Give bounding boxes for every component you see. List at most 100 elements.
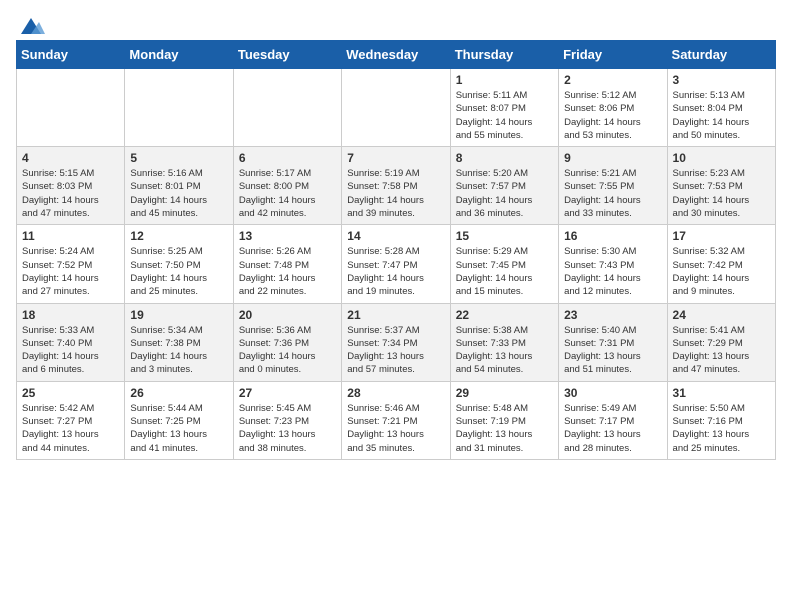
calendar-cell: 24 Sunrise: 5:41 AM Sunset: 7:29 PM Dayli… <box>667 303 775 381</box>
calendar-cell: 3 Sunrise: 5:13 AM Sunset: 8:04 PM Daylig… <box>667 69 775 147</box>
day-info: Sunrise: 5:45 AM Sunset: 7:23 PM Dayligh… <box>239 402 336 455</box>
day-number: 3 <box>673 73 770 87</box>
day-info: Sunrise: 5:49 AM Sunset: 7:17 PM Dayligh… <box>564 402 661 455</box>
calendar-cell: 31 Sunrise: 5:50 AM Sunset: 7:16 PM Dayli… <box>667 381 775 459</box>
day-info: Sunrise: 5:13 AM Sunset: 8:04 PM Dayligh… <box>673 89 770 142</box>
calendar-cell: 18 Sunrise: 5:33 AM Sunset: 7:40 PM Dayli… <box>17 303 125 381</box>
day-number: 2 <box>564 73 661 87</box>
day-info: Sunrise: 5:48 AM Sunset: 7:19 PM Dayligh… <box>456 402 553 455</box>
day-info: Sunrise: 5:25 AM Sunset: 7:50 PM Dayligh… <box>130 245 227 298</box>
day-number: 5 <box>130 151 227 165</box>
day-of-week-header: Friday <box>559 41 667 69</box>
calendar-cell: 20 Sunrise: 5:36 AM Sunset: 7:36 PM Dayli… <box>233 303 341 381</box>
day-info: Sunrise: 5:16 AM Sunset: 8:01 PM Dayligh… <box>130 167 227 220</box>
calendar-cell: 12 Sunrise: 5:25 AM Sunset: 7:50 PM Dayli… <box>125 225 233 303</box>
calendar-week-row: 25Sunrise: 5:42 AM Sunset: 7:27 PM Dayli… <box>17 381 776 459</box>
calendar-cell: 27Sunrise: 5:45 AM Sunset: 7:23 PM Dayli… <box>233 381 341 459</box>
day-info: Sunrise: 5:50 AM Sunset: 7:16 PM Dayligh… <box>673 402 770 455</box>
day-info: Sunrise: 5:19 AM Sunset: 7:58 PM Dayligh… <box>347 167 444 220</box>
day-number: 13 <box>239 229 336 243</box>
day-number: 7 <box>347 151 444 165</box>
day-info: Sunrise: 5:33 AM Sunset: 7:40 PM Dayligh… <box>22 324 119 377</box>
day-number: 11 <box>22 229 119 243</box>
day-number: 19 <box>130 308 227 322</box>
calendar-cell <box>125 69 233 147</box>
calendar-cell: 19 Sunrise: 5:34 AM Sunset: 7:38 PM Dayli… <box>125 303 233 381</box>
calendar-cell: 10 Sunrise: 5:23 AM Sunset: 7:53 PM Dayli… <box>667 147 775 225</box>
day-number: 17 <box>673 229 770 243</box>
day-number: 21 <box>347 308 444 322</box>
calendar-cell: 15 Sunrise: 5:29 AM Sunset: 7:45 PM Dayli… <box>450 225 558 303</box>
page-header <box>16 16 776 32</box>
logo-icon <box>17 16 45 36</box>
day-info: Sunrise: 5:34 AM Sunset: 7:38 PM Dayligh… <box>130 324 227 377</box>
day-number: 26 <box>130 386 227 400</box>
calendar-cell: 28Sunrise: 5:46 AM Sunset: 7:21 PM Dayli… <box>342 381 450 459</box>
calendar-cell <box>342 69 450 147</box>
calendar-cell: 23 Sunrise: 5:40 AM Sunset: 7:31 PM Dayli… <box>559 303 667 381</box>
day-info: Sunrise: 5:29 AM Sunset: 7:45 PM Dayligh… <box>456 245 553 298</box>
day-number: 20 <box>239 308 336 322</box>
day-number: 8 <box>456 151 553 165</box>
day-info: Sunrise: 5:11 AM Sunset: 8:07 PM Dayligh… <box>456 89 553 142</box>
calendar-cell: 5 Sunrise: 5:16 AM Sunset: 8:01 PM Daylig… <box>125 147 233 225</box>
day-number: 6 <box>239 151 336 165</box>
day-of-week-header: Thursday <box>450 41 558 69</box>
day-info: Sunrise: 5:24 AM Sunset: 7:52 PM Dayligh… <box>22 245 119 298</box>
calendar-cell: 8 Sunrise: 5:20 AM Sunset: 7:57 PM Daylig… <box>450 147 558 225</box>
day-of-week-header: Monday <box>125 41 233 69</box>
calendar-cell: 6 Sunrise: 5:17 AM Sunset: 8:00 PM Daylig… <box>233 147 341 225</box>
day-number: 12 <box>130 229 227 243</box>
day-info: Sunrise: 5:26 AM Sunset: 7:48 PM Dayligh… <box>239 245 336 298</box>
calendar-cell <box>233 69 341 147</box>
calendar-cell: 7 Sunrise: 5:19 AM Sunset: 7:58 PM Daylig… <box>342 147 450 225</box>
calendar-cell: 9 Sunrise: 5:21 AM Sunset: 7:55 PM Daylig… <box>559 147 667 225</box>
calendar-cell: 22Sunrise: 5:38 AM Sunset: 7:33 PM Dayli… <box>450 303 558 381</box>
day-of-week-header: Sunday <box>17 41 125 69</box>
day-info: Sunrise: 5:36 AM Sunset: 7:36 PM Dayligh… <box>239 324 336 377</box>
day-number: 16 <box>564 229 661 243</box>
calendar-week-row: 18 Sunrise: 5:33 AM Sunset: 7:40 PM Dayli… <box>17 303 776 381</box>
day-info: Sunrise: 5:21 AM Sunset: 7:55 PM Dayligh… <box>564 167 661 220</box>
day-number: 10 <box>673 151 770 165</box>
calendar-cell: 14 Sunrise: 5:28 AM Sunset: 7:47 PM Dayli… <box>342 225 450 303</box>
day-info: Sunrise: 5:40 AM Sunset: 7:31 PM Dayligh… <box>564 324 661 377</box>
day-number: 4 <box>22 151 119 165</box>
day-info: Sunrise: 5:30 AM Sunset: 7:43 PM Dayligh… <box>564 245 661 298</box>
day-number: 15 <box>456 229 553 243</box>
calendar-week-row: 11 Sunrise: 5:24 AM Sunset: 7:52 PM Dayli… <box>17 225 776 303</box>
logo <box>16 16 46 32</box>
day-info: Sunrise: 5:42 AM Sunset: 7:27 PM Dayligh… <box>22 402 119 455</box>
day-info: Sunrise: 5:23 AM Sunset: 7:53 PM Dayligh… <box>673 167 770 220</box>
day-info: Sunrise: 5:17 AM Sunset: 8:00 PM Dayligh… <box>239 167 336 220</box>
day-number: 1 <box>456 73 553 87</box>
day-info: Sunrise: 5:41 AM Sunset: 7:29 PM Dayligh… <box>673 324 770 377</box>
day-number: 9 <box>564 151 661 165</box>
calendar-cell: 17 Sunrise: 5:32 AM Sunset: 7:42 PM Dayli… <box>667 225 775 303</box>
day-info: Sunrise: 5:38 AM Sunset: 7:33 PM Dayligh… <box>456 324 553 377</box>
calendar-week-row: 4Sunrise: 5:15 AM Sunset: 8:03 PM Daylig… <box>17 147 776 225</box>
day-number: 24 <box>673 308 770 322</box>
calendar-cell: 29 Sunrise: 5:48 AM Sunset: 7:19 PM Dayli… <box>450 381 558 459</box>
calendar-cell: 11 Sunrise: 5:24 AM Sunset: 7:52 PM Dayli… <box>17 225 125 303</box>
day-of-week-header: Tuesday <box>233 41 341 69</box>
calendar-cell: 2Sunrise: 5:12 AM Sunset: 8:06 PM Daylig… <box>559 69 667 147</box>
day-info: Sunrise: 5:37 AM Sunset: 7:34 PM Dayligh… <box>347 324 444 377</box>
calendar-cell: 26Sunrise: 5:44 AM Sunset: 7:25 PM Dayli… <box>125 381 233 459</box>
calendar-cell: 1 Sunrise: 5:11 AM Sunset: 8:07 PM Daylig… <box>450 69 558 147</box>
day-info: Sunrise: 5:32 AM Sunset: 7:42 PM Dayligh… <box>673 245 770 298</box>
day-number: 14 <box>347 229 444 243</box>
day-info: Sunrise: 5:28 AM Sunset: 7:47 PM Dayligh… <box>347 245 444 298</box>
calendar-cell: 4Sunrise: 5:15 AM Sunset: 8:03 PM Daylig… <box>17 147 125 225</box>
calendar-cell: 16 Sunrise: 5:30 AM Sunset: 7:43 PM Dayli… <box>559 225 667 303</box>
day-number: 23 <box>564 308 661 322</box>
calendar-cell: 13 Sunrise: 5:26 AM Sunset: 7:48 PM Dayli… <box>233 225 341 303</box>
calendar-week-row: 1 Sunrise: 5:11 AM Sunset: 8:07 PM Daylig… <box>17 69 776 147</box>
day-number: 18 <box>22 308 119 322</box>
calendar: SundayMondayTuesdayWednesdayThursdayFrid… <box>16 40 776 460</box>
day-number: 29 <box>456 386 553 400</box>
day-info: Sunrise: 5:20 AM Sunset: 7:57 PM Dayligh… <box>456 167 553 220</box>
calendar-header-row: SundayMondayTuesdayWednesdayThursdayFrid… <box>17 41 776 69</box>
day-info: Sunrise: 5:46 AM Sunset: 7:21 PM Dayligh… <box>347 402 444 455</box>
day-number: 31 <box>673 386 770 400</box>
